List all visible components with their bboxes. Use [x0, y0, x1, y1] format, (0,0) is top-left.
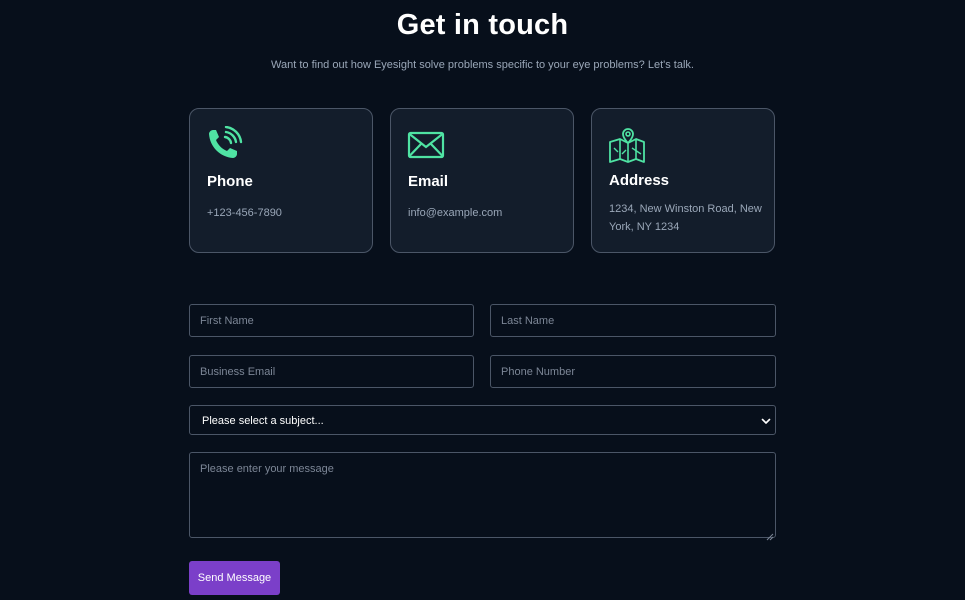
message-textarea[interactable] — [189, 452, 776, 538]
last-name-input[interactable] — [490, 304, 776, 337]
envelope-icon — [407, 126, 445, 164]
map-pin-icon — [608, 126, 646, 164]
page-title: Get in touch — [396, 9, 569, 41]
contact-page: Get in touch Want to find out how Eyesig… — [0, 0, 965, 600]
phone-card: Phone +123-456-7890 — [189, 108, 373, 253]
business-email-input[interactable] — [189, 355, 474, 388]
address-card: Address 1234, New Winston Road, New York… — [591, 108, 775, 253]
phone-icon — [206, 126, 244, 164]
subject-select[interactable]: Please select a subject... — [189, 405, 776, 435]
contact-cards: Phone +123-456-7890 Email info@example.c… — [189, 108, 776, 254]
email-card: Email info@example.com — [390, 108, 574, 253]
phone-card-text: +123-456-7890 — [207, 207, 282, 219]
first-name-input[interactable] — [189, 304, 474, 337]
phone-number-input[interactable] — [490, 355, 776, 388]
resize-grip-icon[interactable] — [766, 528, 774, 541]
email-card-title: Email — [408, 173, 449, 190]
page-subtitle: Want to find out how Eyesight solve prob… — [271, 59, 694, 71]
email-card-text: info@example.com — [408, 207, 503, 219]
chevron-down-icon — [760, 414, 772, 426]
phone-card-title: Phone — [207, 173, 253, 190]
address-card-title: Address — [609, 172, 670, 189]
address-card-text: 1234, New Winston Road, New York, NY 123… — [609, 203, 762, 233]
send-message-button[interactable]: Send Message — [189, 561, 280, 595]
subject-select-value: Please select a subject... — [202, 415, 324, 427]
